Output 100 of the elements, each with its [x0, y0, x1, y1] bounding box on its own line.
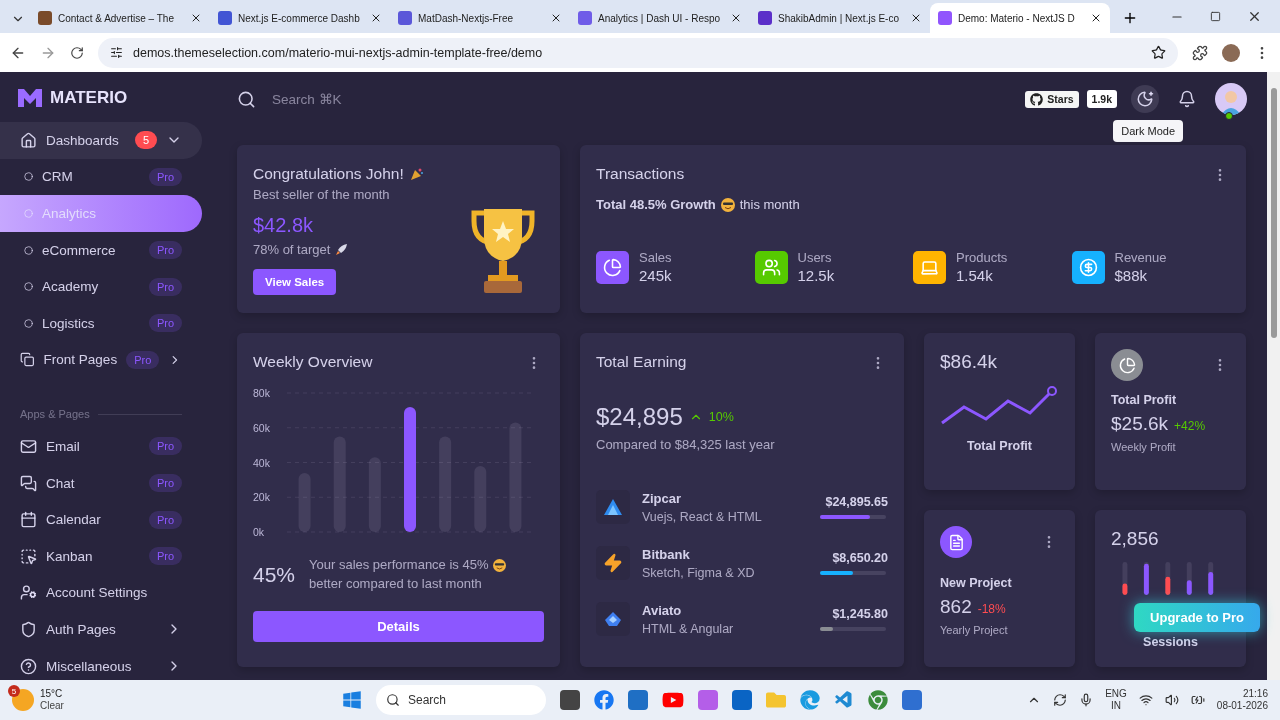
bar	[298, 472, 311, 532]
wifi-icon[interactable]	[1138, 693, 1153, 707]
sidebar-item[interactable]: Logistics Pro	[0, 304, 202, 342]
browser-tab[interactable]: Analytics | Dash UI - Respo	[570, 3, 750, 33]
pro-badge: Pro	[126, 350, 160, 369]
card-title: Congratulations John!	[253, 165, 404, 183]
browser-tab[interactable]: Next.js E-commerce Dashb	[210, 3, 390, 33]
favicon-icon	[758, 11, 772, 25]
close-icon[interactable]	[370, 12, 382, 24]
smiling-face-icon	[493, 558, 507, 572]
taskbar-search[interactable]: Search	[376, 685, 546, 715]
extensions-icon[interactable]	[1192, 44, 1208, 61]
facebook-icon[interactable]	[594, 690, 614, 710]
sidebar-item[interactable]: Kanban Pro	[0, 537, 202, 575]
close-icon[interactable]	[1090, 12, 1102, 24]
browser-tab[interactable]: MatDash-Nextjs-Free	[390, 3, 570, 33]
reload-icon[interactable]	[70, 45, 84, 60]
sidebar-item[interactable]: eCommerce Pro	[0, 231, 202, 269]
address-bar[interactable]: demos.themeselection.com/materio-mui-nextjs-admin-template-free/demo	[98, 37, 1178, 68]
favicon-icon	[398, 11, 412, 25]
card-subtitle: Best seller of the month	[253, 187, 391, 202]
github-stars-button[interactable]: Stars	[1025, 90, 1079, 108]
region-code[interactable]: IN	[1111, 700, 1121, 713]
close-icon[interactable]	[190, 12, 202, 24]
sidebar-item[interactable]: Auth Pages	[0, 611, 202, 648]
change-percent: +42%	[1174, 419, 1206, 433]
close-icon[interactable]	[1247, 9, 1262, 24]
calendar-icon	[20, 511, 37, 529]
sidebar-item[interactable]: CRM Pro	[0, 158, 202, 196]
close-icon[interactable]	[730, 12, 742, 24]
dark-mode-icon[interactable]	[1136, 90, 1154, 108]
notification-icon[interactable]	[1178, 90, 1196, 108]
sidebar-item[interactable]: Chat Pro	[0, 464, 202, 502]
view-sales-button[interactable]: View Sales	[253, 269, 337, 295]
sidebar-item[interactable]: Account Settings	[0, 574, 202, 612]
volume-icon[interactable]	[1164, 693, 1179, 707]
close-icon[interactable]	[910, 12, 922, 24]
details-button[interactable]: Details	[253, 610, 544, 642]
app-icon[interactable]	[902, 690, 922, 710]
stat-value: 245k	[639, 267, 672, 284]
pro-badge: Pro	[148, 510, 182, 529]
search-field[interactable]: Search ⌘K	[270, 90, 430, 108]
circle-icon	[24, 209, 33, 218]
microphone-icon[interactable]	[1079, 693, 1094, 707]
comparison-text: Compared to $84,325 last year	[596, 437, 776, 452]
profile-avatar[interactable]	[1222, 43, 1240, 62]
stars-count: 1.9k	[1086, 90, 1117, 108]
browser-icon[interactable]	[800, 690, 820, 710]
card-title: New Project	[940, 576, 1013, 590]
sidebar-item[interactable]: Academy Pro	[0, 268, 202, 305]
axis-label: 20k	[253, 491, 270, 504]
axis-label: 0k	[253, 526, 265, 538]
code-editor-icon[interactable]	[834, 690, 854, 710]
sessions-count: 2,856	[1111, 528, 1160, 550]
logo-icon	[18, 89, 42, 107]
close-icon[interactable]	[550, 12, 562, 24]
earning-value: $8,650.20	[832, 551, 888, 565]
sidebar-item[interactable]: Calendar Pro	[0, 501, 202, 538]
clock-time[interactable]: 21:16	[1242, 687, 1268, 700]
sync-icon[interactable]	[1053, 693, 1068, 707]
card-label: Total Profit	[965, 439, 1033, 453]
sidebar-item[interactable]: Front Pages Pro	[0, 341, 202, 379]
sidebar-item[interactable]: Dashboards 5	[0, 122, 202, 159]
browser-tab[interactable]: Demo: Materio - NextJS D	[930, 3, 1110, 33]
start-icon[interactable]	[342, 690, 362, 710]
bookmark-star-icon[interactable]	[1151, 45, 1166, 60]
temperature: 15°C	[40, 687, 63, 700]
scrollbar-thumb[interactable]	[1270, 88, 1277, 338]
card-title: Weekly Overview	[253, 353, 373, 371]
circle-icon	[24, 172, 33, 182]
profit-amount: $25.6k	[1111, 413, 1169, 435]
new-tab-icon[interactable]	[1122, 10, 1138, 26]
sidebar-item[interactable]: Email Pro	[0, 428, 202, 465]
browser-icon[interactable]	[868, 690, 888, 710]
stat-value: 1.54k	[956, 267, 994, 284]
search-icon[interactable]	[237, 89, 256, 109]
tooltip: Dark Mode	[1113, 120, 1183, 142]
sidebar-item[interactable]: Miscellaneous	[0, 647, 202, 680]
user-avatar[interactable]	[1215, 83, 1247, 115]
clock-date[interactable]: 08-01-2026	[1216, 700, 1268, 713]
pro-badge: Pro	[148, 547, 182, 566]
browser-tab[interactable]: Contact & Advertise – The	[30, 3, 210, 33]
browser-tab[interactable]: ShakibAdmin | Next.js E-co	[750, 3, 930, 33]
battery-icon[interactable]	[1190, 693, 1205, 707]
bar	[474, 466, 487, 532]
search-icon	[386, 693, 400, 707]
card-caption: Sessions	[1142, 635, 1199, 649]
company-tech: HTML & Angular	[642, 621, 735, 636]
app-icon[interactable]	[560, 690, 580, 710]
growth-period: this month	[739, 197, 800, 212]
language-code[interactable]: ENG	[1105, 687, 1127, 700]
site-info-icon[interactable]	[110, 46, 123, 59]
company-tech: Vuejs, React & HTML	[642, 509, 763, 524]
pages-icon	[20, 351, 35, 369]
online-status-dot	[1225, 112, 1233, 120]
progress-bar	[820, 515, 886, 519]
change-percent: -18%	[977, 602, 1006, 616]
company-name: Bitbank	[642, 546, 691, 562]
earning-value: $1,245.80	[832, 607, 888, 621]
maximize-icon[interactable]	[1210, 11, 1221, 22]
